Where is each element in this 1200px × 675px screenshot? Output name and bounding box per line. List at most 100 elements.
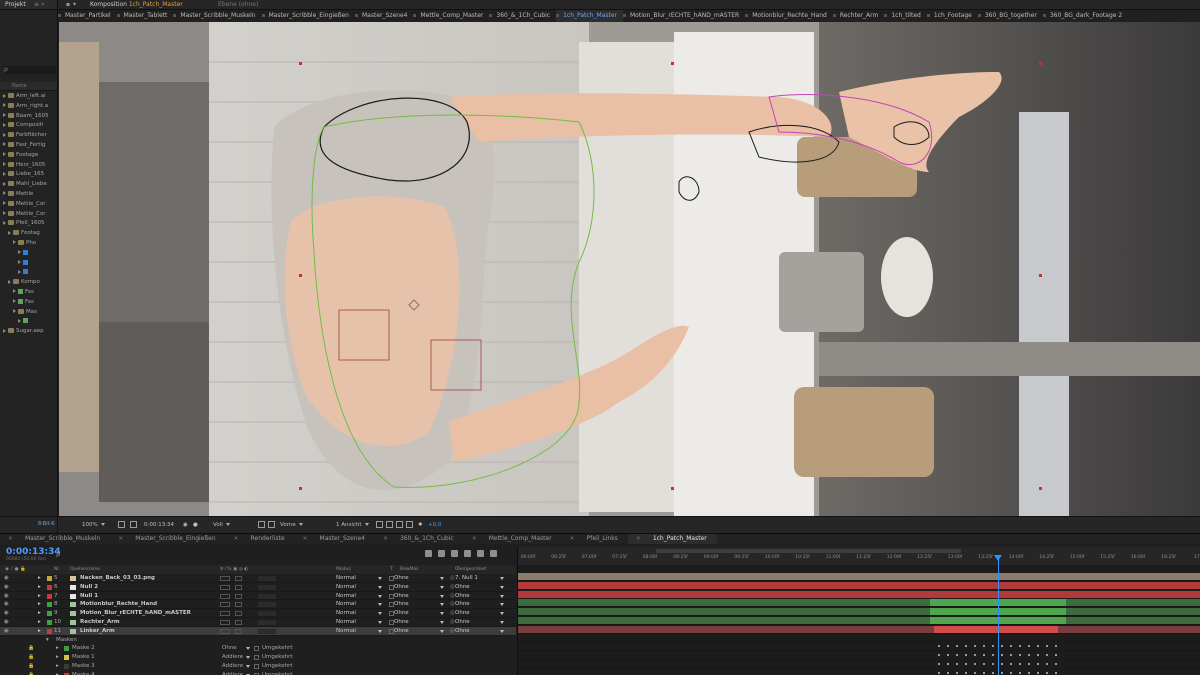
timeline-search-icon[interactable]: ρ: [56, 550, 60, 558]
mask-color-swatch[interactable]: [64, 646, 69, 652]
keyframe[interactable]: [1037, 645, 1039, 648]
track-matte-dropdown[interactable]: Ohne: [394, 627, 409, 636]
layer-switches[interactable]: [258, 602, 276, 608]
blend-mode-dropdown[interactable]: Normal: [336, 600, 356, 609]
timeline-tab[interactable]: Master_Scribble_Eingießen: [110, 534, 225, 544]
project-item[interactable]: Mas: [0, 308, 57, 318]
parent-dropdown[interactable]: Ohne: [455, 583, 470, 592]
project-item[interactable]: Fas: [0, 288, 57, 298]
layer-duration-bar[interactable]: [518, 607, 1200, 616]
mask-name[interactable]: Maske 1: [72, 653, 95, 662]
mask-row[interactable]: 🔒 ▸ Maske 1 Addiere Umgekehrt: [0, 653, 516, 662]
quality-switch[interactable]: [235, 628, 242, 634]
eye-icon[interactable]: ◉: [4, 592, 9, 601]
keyframe[interactable]: [992, 654, 994, 657]
layer-name[interactable]: Motion_Blur_rECHTE_hAND_mASTER: [80, 609, 191, 618]
blend-mode-dropdown[interactable]: Normal: [336, 618, 356, 627]
view-dropdown[interactable]: Vorne: [280, 517, 303, 534]
expand-triangle-icon[interactable]: [13, 309, 16, 314]
layer-name[interactable]: Motionblur_Rechte_Hand: [80, 600, 157, 609]
mask-keyframe-track[interactable]: [518, 660, 1200, 669]
expand-triangle-icon[interactable]: [8, 230, 11, 235]
expand-layer-icon[interactable]: ▸: [38, 583, 41, 592]
layer-panel-label[interactable]: Ebene (ohne): [218, 0, 258, 10]
expand-mask-icon[interactable]: ▸: [56, 644, 59, 653]
keyframe[interactable]: [974, 645, 976, 648]
motion-blur-icon[interactable]: [477, 550, 484, 557]
magnification-dropdown[interactable]: 100%: [82, 517, 105, 534]
masks-group[interactable]: ▾ Masken: [0, 636, 516, 645]
expand-layer-icon[interactable]: ▸: [38, 600, 41, 609]
keyframe[interactable]: [1046, 662, 1048, 665]
keyframe[interactable]: [1046, 654, 1048, 657]
expand-triangle-icon[interactable]: [3, 220, 6, 225]
label-color-swatch[interactable]: [47, 584, 52, 590]
layer-name[interactable]: Rechter_Arm: [80, 618, 120, 627]
keyframe[interactable]: [947, 662, 949, 665]
layer-duration-bar[interactable]: [518, 598, 1200, 608]
show-channel-icon[interactable]: ●: [193, 517, 198, 534]
quality-switch[interactable]: [235, 593, 242, 599]
project-item[interactable]: Arm_left.ai: [0, 92, 57, 102]
toggle-pixel-aspect-icon[interactable]: [376, 517, 383, 534]
track-matte-dropdown[interactable]: Ohne: [394, 583, 409, 592]
expand-triangle-icon[interactable]: [3, 201, 6, 206]
keyframe[interactable]: [965, 662, 967, 665]
keyframe[interactable]: [992, 645, 994, 648]
label-color-swatch[interactable]: [47, 576, 52, 581]
mask-name[interactable]: Maske 2: [72, 644, 95, 653]
parent-dropdown[interactable]: Ohne: [455, 600, 470, 609]
keyframe[interactable]: [992, 662, 994, 665]
layer-row[interactable]: ◉ ▸ 10 Rechter_Arm Normal Ohne ◎ Ohne: [0, 618, 516, 627]
keyframe[interactable]: [1037, 671, 1039, 674]
column-parent[interactable]: Übergeordnet: [455, 565, 486, 574]
project-item[interactable]: [0, 317, 57, 327]
timeline-tab[interactable]: Mettle_Comp_Master: [464, 534, 562, 544]
current-time-display[interactable]: 0:00:13:34: [144, 517, 174, 534]
eye-icon[interactable]: ◉: [4, 600, 9, 609]
expand-mask-icon[interactable]: ▸: [56, 671, 59, 675]
quality-switch[interactable]: [235, 611, 242, 617]
project-item[interactable]: Arm_right.a: [0, 102, 57, 112]
fast-previews-icon[interactable]: [386, 517, 393, 534]
column-source-name[interactable]: Quellenname: [70, 565, 100, 574]
exposure-value[interactable]: +0,0: [428, 517, 441, 534]
keyframe[interactable]: [1019, 654, 1021, 657]
inverted-checkbox[interactable]: [254, 655, 259, 661]
panel-menu-icon[interactable]: ≡ »: [34, 0, 45, 10]
mask-visibility-icon[interactable]: [130, 517, 137, 534]
timeline-icon[interactable]: [396, 517, 403, 534]
keyframe[interactable]: [965, 654, 967, 657]
parent-dropdown[interactable]: Ohne: [455, 627, 470, 636]
timeline-tab[interactable]: Pfeil_Links: [562, 534, 628, 544]
composition-tab[interactable]: Rechter_Arm: [832, 10, 885, 22]
keyframe[interactable]: [956, 662, 958, 665]
mask-row[interactable]: 🔒 ▸ Maske 2 Ohne Umgekehrt: [0, 644, 516, 653]
track-matte-dropdown[interactable]: Ohne: [394, 618, 409, 627]
mask-name[interactable]: Maske 3: [72, 662, 95, 671]
expand-layer-icon[interactable]: ▸: [38, 609, 41, 618]
mask-mode-dropdown[interactable]: Ohne: [222, 644, 237, 653]
layer-duration-bar[interactable]: [518, 581, 1200, 590]
layer-row[interactable]: ◉ ▸ 7 Null 1 Normal Ohne ◎ Ohne: [0, 592, 516, 601]
expand-triangle-icon[interactable]: [3, 181, 6, 186]
expand-triangle-icon[interactable]: [3, 211, 6, 216]
timeline-tab[interactable]: Renderliste: [226, 534, 295, 544]
mask-row[interactable]: 🔒 ▸ Maske 4 Addiere Umgekehrt: [0, 671, 516, 675]
lock-icon[interactable]: 🔒: [28, 644, 34, 653]
composition-tab[interactable]: 1ch_tilted: [884, 10, 926, 22]
composition-tab[interactable]: Motion_Blur_rECHTE_hAND_mASTER: [623, 10, 745, 22]
layer-duration-bar[interactable]: [518, 572, 1200, 581]
shy-switch[interactable]: [220, 584, 230, 590]
keyframe[interactable]: [1010, 645, 1012, 648]
keyframe[interactable]: [1055, 654, 1057, 657]
column-trkmat[interactable]: BewMas: [400, 565, 419, 574]
keyframe[interactable]: [983, 671, 985, 674]
layer-name[interactable]: Nacken_Back_03_03.png: [80, 574, 155, 583]
keyframe[interactable]: [1055, 662, 1057, 665]
composition-viewer[interactable]: [59, 22, 1200, 516]
label-color-swatch[interactable]: [47, 628, 52, 634]
keyframe[interactable]: [1037, 654, 1039, 657]
bar-segment[interactable]: [518, 599, 1200, 607]
layer-switches[interactable]: [258, 584, 276, 590]
